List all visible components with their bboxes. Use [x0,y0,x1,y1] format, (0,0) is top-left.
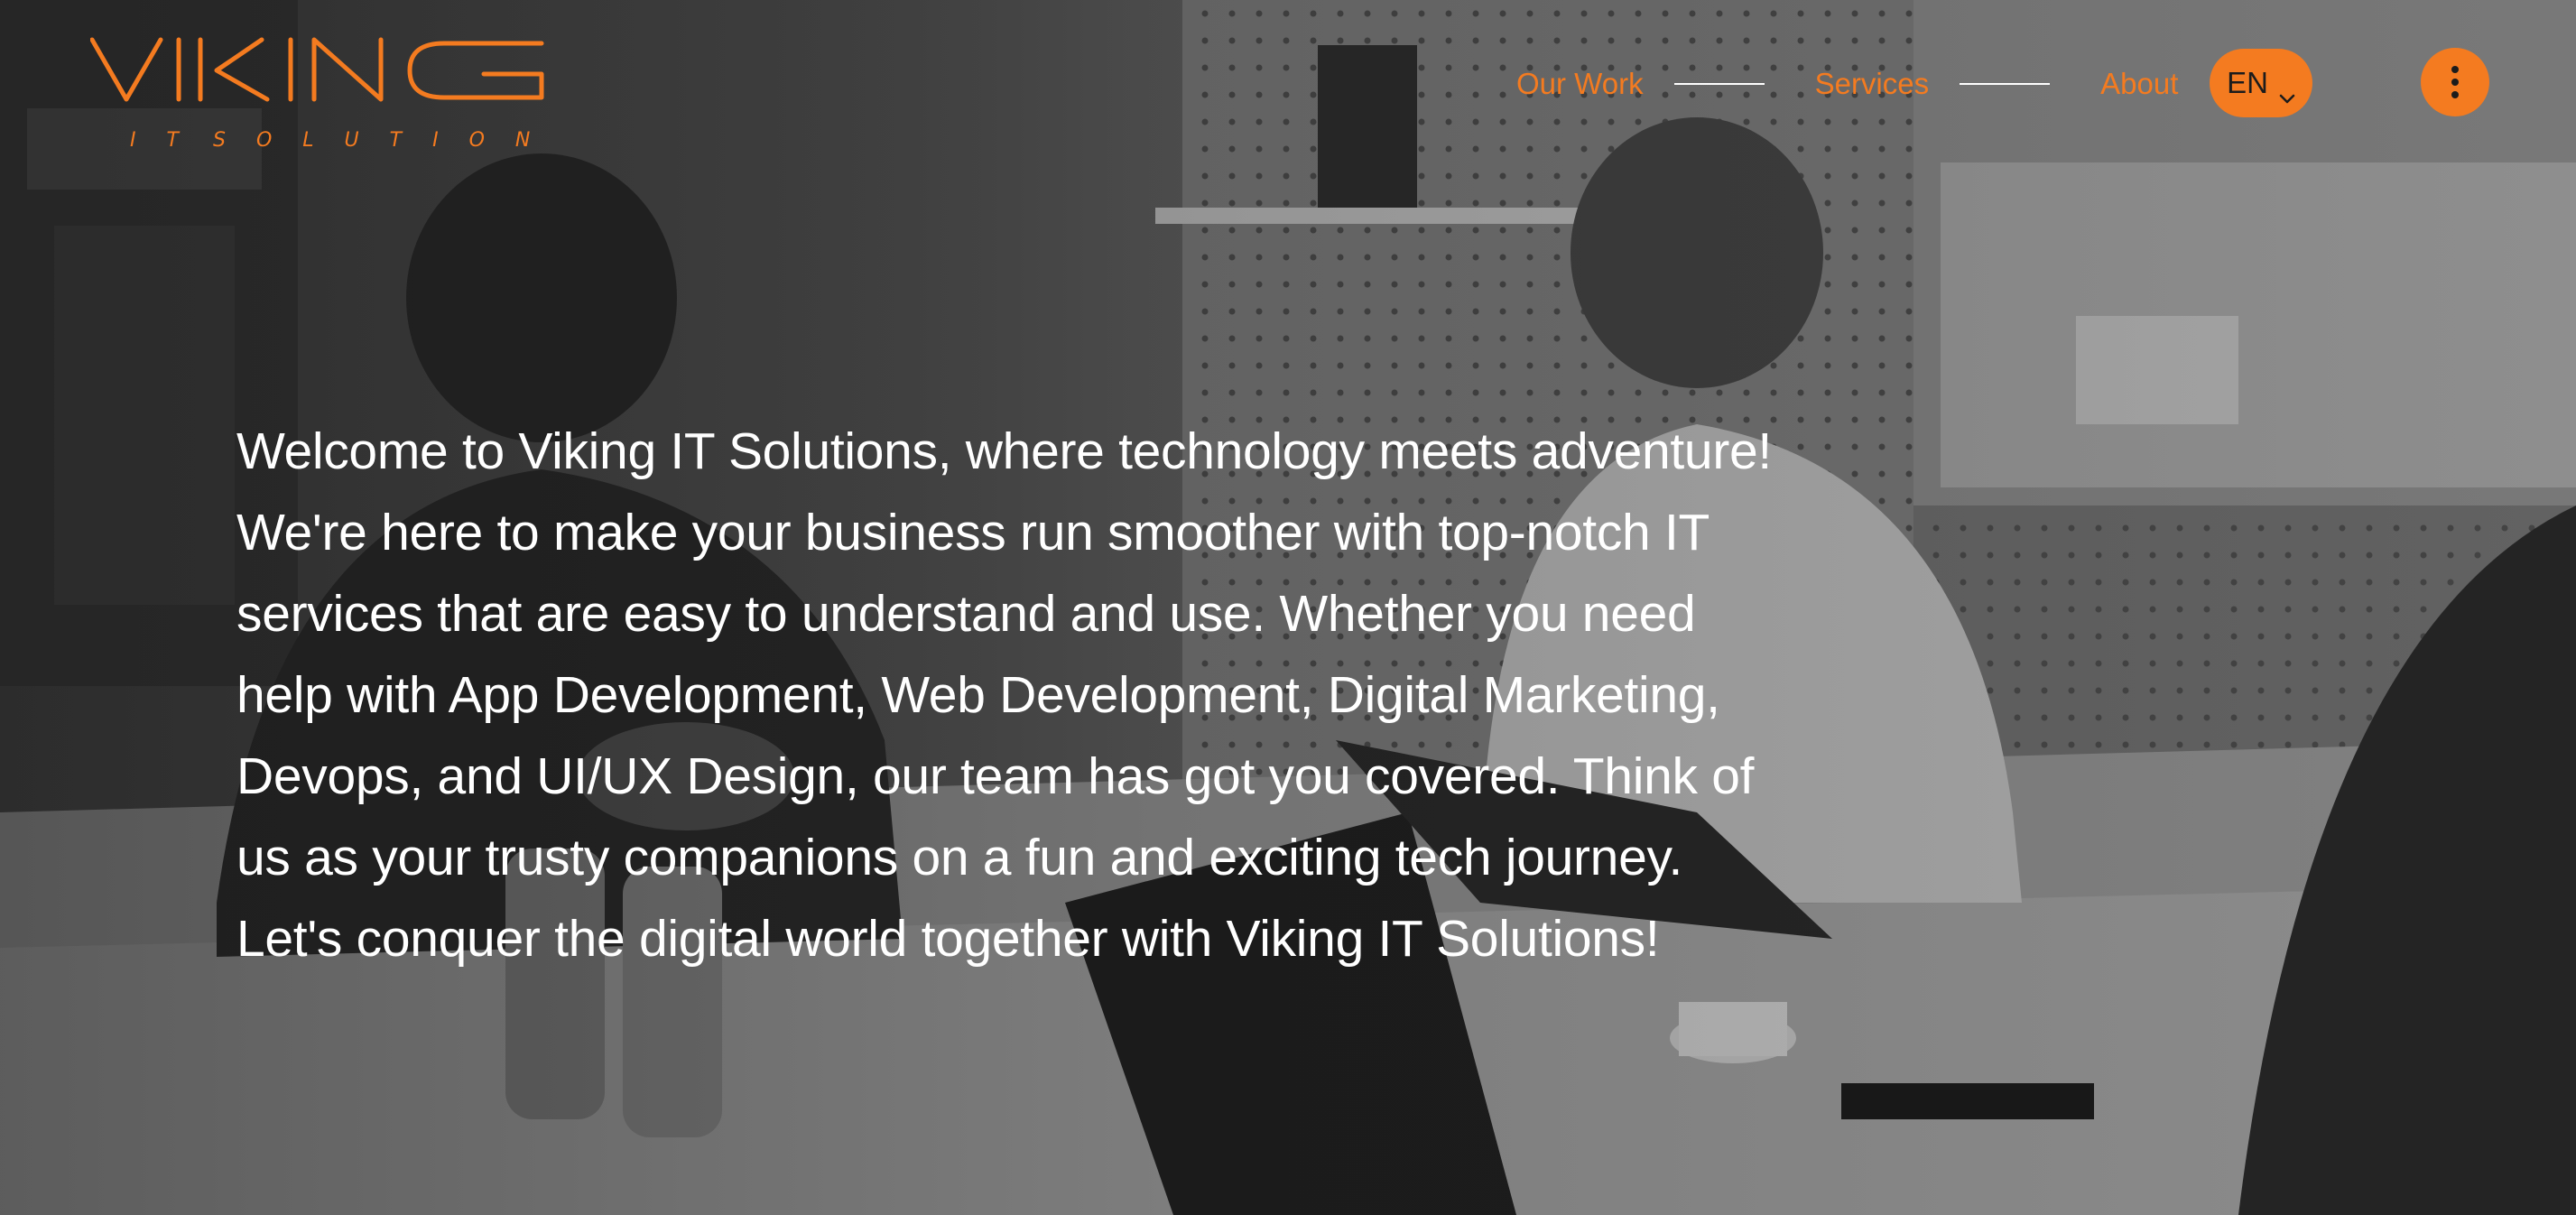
menu-button[interactable] [2421,48,2489,116]
chevron-down-icon [2279,78,2295,104]
nav-link-our-work[interactable]: Our Work [1516,67,1644,101]
nav-link-about[interactable]: About [2100,67,2178,101]
viking-logo[interactable]: IT SOLUTIONS [90,34,551,155]
language-selector-button[interactable]: EN [2210,49,2312,117]
svg-text:IT: IT [130,129,209,152]
hero-intro-text: Welcome to Viking IT Solutions, where te… [236,422,1772,968]
nav-divider [1673,83,1765,85]
svg-text:SOLUTIONS: SOLUTIONS [213,129,551,152]
main-navigation: Our Work Services About [1516,52,2178,116]
nav-divider [1960,83,2051,85]
site-header: IT SOLUTIONS Our Work Services About EN [0,0,2576,162]
language-label: EN [2227,66,2268,99]
nav-link-services[interactable]: Services [1815,67,1930,101]
vertical-dots-icon [2451,66,2459,73]
